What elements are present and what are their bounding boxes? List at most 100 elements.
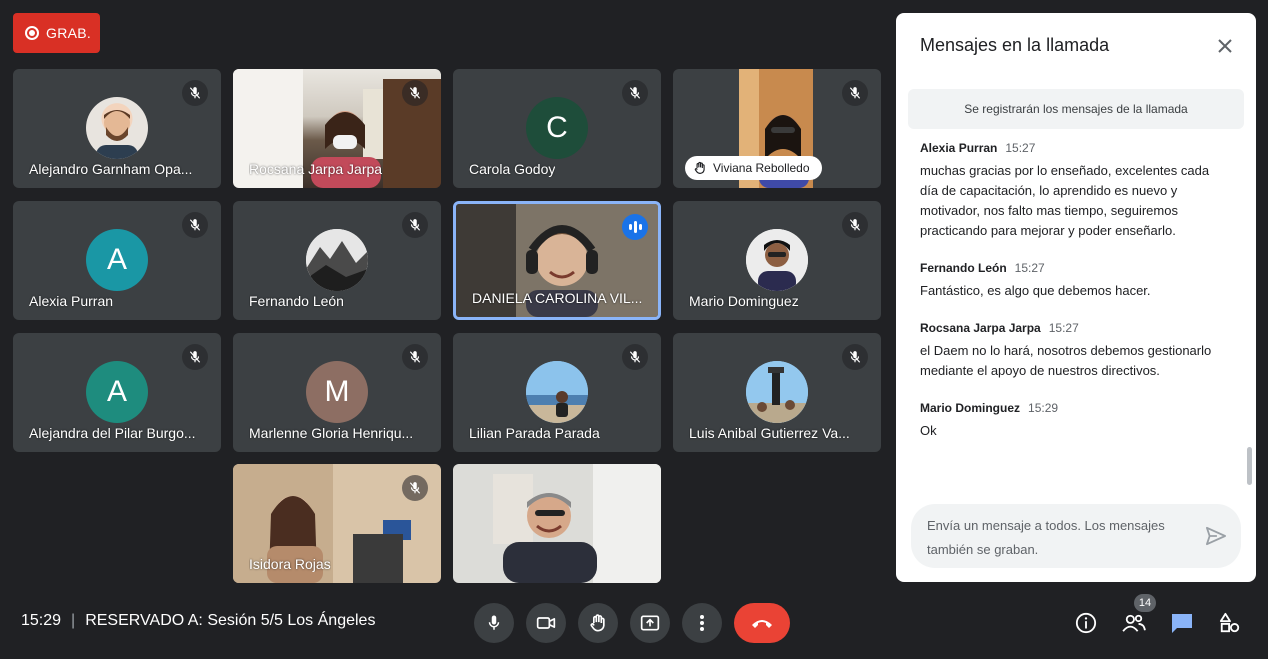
meeting-info: 15:29 | RESERVADO A: Sesión 5/5 Los Ánge… bbox=[21, 612, 375, 630]
message-time: 15:29 bbox=[1028, 401, 1059, 415]
present-screen-button[interactable] bbox=[630, 603, 670, 643]
participant-name: Isidora Rojas bbox=[249, 556, 331, 572]
avatar bbox=[526, 361, 588, 423]
recording-badge[interactable]: GRAB. bbox=[13, 13, 100, 53]
camera-icon bbox=[536, 617, 556, 629]
participant-name: Viviana Rebolledo bbox=[713, 161, 810, 175]
present-screen-icon bbox=[640, 615, 660, 631]
participant-name: Alejandra del Pilar Burgo... bbox=[29, 425, 196, 441]
leave-call-button[interactable] bbox=[734, 603, 790, 643]
participant-tile[interactable]: Lilian Parada Parada bbox=[453, 333, 661, 452]
participant-tile-active-speaker[interactable]: DANIELA CAROLINA VIL... bbox=[453, 201, 661, 320]
chat-message-input[interactable]: Envía un mensaje a todos. Los mensajes t… bbox=[911, 504, 1241, 568]
participant-tile[interactable]: Viviana Rebolledo bbox=[673, 69, 881, 188]
chat-button[interactable] bbox=[1169, 610, 1195, 636]
participant-name: Mario Dominguez bbox=[689, 293, 799, 309]
camera-button[interactable] bbox=[526, 603, 566, 643]
microphone-button[interactable] bbox=[474, 603, 514, 643]
chat-message: Alexia Purran 15:27 muchas gracias por lo… bbox=[920, 141, 1220, 241]
participant-tile[interactable]: Rocsana Jarpa Jarpa bbox=[233, 69, 441, 188]
chat-message-list[interactable]: Alexia Purran 15:27 muchas gracias por lo… bbox=[920, 141, 1220, 461]
hand-icon bbox=[590, 614, 605, 632]
participant-name: Marlenne Gloria Henriqu... bbox=[249, 425, 414, 441]
avatar bbox=[86, 97, 148, 159]
participant-tile[interactable]: Luis Anibal Gutierrez Va... bbox=[673, 333, 881, 452]
info-icon bbox=[1075, 612, 1097, 634]
speaking-indicator-icon bbox=[622, 214, 648, 240]
participant-name: Luis Anibal Gutierrez Va... bbox=[689, 425, 850, 441]
name-pill: Viviana Rebolledo bbox=[685, 156, 822, 180]
participant-tile[interactable]: Alejandro Garnham Opa... bbox=[13, 69, 221, 188]
participant-tile[interactable] bbox=[453, 464, 661, 583]
meeting-clock: 15:29 bbox=[21, 612, 62, 629]
participant-tile[interactable]: Fernando León bbox=[233, 201, 441, 320]
meeting-details-button[interactable] bbox=[1073, 610, 1099, 636]
mic-off-icon bbox=[182, 344, 208, 370]
send-message-button[interactable] bbox=[1205, 526, 1227, 551]
message-sender: Rocsana Jarpa Jarpa bbox=[920, 321, 1041, 335]
mic-off-icon bbox=[182, 212, 208, 238]
avatar bbox=[746, 361, 808, 423]
mic-off-icon bbox=[622, 344, 648, 370]
chat-icon bbox=[1172, 614, 1192, 633]
mic-off-icon bbox=[842, 212, 868, 238]
participant-name: Carola Godoy bbox=[469, 161, 556, 177]
chat-scrollbar[interactable] bbox=[1247, 447, 1252, 485]
message-sender: Mario Dominguez bbox=[920, 401, 1021, 415]
close-chat-button[interactable] bbox=[1212, 33, 1238, 59]
participant-tile[interactable]: A Alejandra del Pilar Burgo... bbox=[13, 333, 221, 452]
chat-notice: Se registrarán los mensajes de la llamad… bbox=[908, 89, 1244, 129]
participant-name: Alexia Purran bbox=[29, 293, 114, 309]
message-time: 15:27 bbox=[1005, 141, 1036, 155]
participant-tile[interactable]: A Alexia Purran bbox=[13, 201, 221, 320]
message-text: el Daem no lo hará, nosotros debemos ges… bbox=[920, 343, 1212, 378]
message-text: Ok bbox=[920, 423, 937, 438]
participant-tile[interactable]: M Marlenne Gloria Henriqu... bbox=[233, 333, 441, 452]
mic-off-icon bbox=[402, 475, 428, 501]
raise-hand-button[interactable] bbox=[578, 603, 618, 643]
more-vert-icon bbox=[700, 615, 704, 631]
chat-message: Mario Dominguez 15:29 Ok bbox=[920, 401, 1220, 441]
chat-panel: Mensajes en la llamada Se registrarán lo… bbox=[896, 13, 1256, 582]
chat-panel-title: Mensajes en la llamada bbox=[920, 35, 1110, 55]
mic-off-icon bbox=[402, 80, 428, 106]
participant-name: Fernando León bbox=[249, 293, 344, 309]
avatar bbox=[306, 229, 368, 291]
mic-off-icon bbox=[402, 344, 428, 370]
activities-button[interactable] bbox=[1217, 610, 1243, 636]
meeting-separator: | bbox=[71, 612, 76, 629]
recording-label: GRAB. bbox=[46, 25, 92, 41]
activities-icon bbox=[1219, 612, 1240, 633]
avatar bbox=[746, 229, 808, 291]
participants-button[interactable] bbox=[1121, 610, 1147, 636]
close-icon bbox=[1218, 39, 1232, 53]
meet-window: GRAB. Alejandro Garnham Opa... Rocsana J… bbox=[0, 0, 1268, 659]
chat-input-placeholder: Envía un mensaje a todos. Los mensajes t… bbox=[927, 518, 1165, 557]
participant-name: Rocsana Jarpa Jarpa bbox=[249, 161, 383, 177]
participant-tile[interactable]: Isidora Rojas bbox=[233, 464, 441, 583]
participants-count-badge: 14 bbox=[1134, 594, 1156, 612]
mic-off-icon bbox=[842, 344, 868, 370]
people-icon bbox=[1122, 614, 1146, 632]
mic-off-icon bbox=[182, 80, 208, 106]
mic-off-icon bbox=[402, 212, 428, 238]
mic-off-icon bbox=[842, 80, 868, 106]
avatar: M bbox=[306, 361, 368, 423]
participant-name: DANIELA CAROLINA VIL... bbox=[472, 290, 643, 306]
participant-name: Alejandro Garnham Opa... bbox=[29, 161, 193, 177]
message-sender: Alexia Purran bbox=[920, 141, 998, 155]
message-time: 15:27 bbox=[1014, 261, 1045, 275]
message-text: Fantástico, es algo que debemos hacer. bbox=[920, 283, 1151, 298]
chat-message: Rocsana Jarpa Jarpa 15:27 el Daem no lo h… bbox=[920, 321, 1220, 381]
mic-off-icon bbox=[622, 80, 648, 106]
avatar: C bbox=[526, 97, 588, 159]
participant-name: Lilian Parada Parada bbox=[469, 425, 600, 441]
message-sender: Fernando León bbox=[920, 261, 1007, 275]
participant-tile[interactable]: Mario Dominguez bbox=[673, 201, 881, 320]
more-options-button[interactable] bbox=[682, 603, 722, 643]
participant-tile[interactable]: C Carola Godoy bbox=[453, 69, 661, 188]
chat-message: Fernando León 15:27 Fantástico, es algo q… bbox=[920, 261, 1220, 301]
message-time: 15:27 bbox=[1048, 321, 1079, 335]
avatar: A bbox=[86, 361, 148, 423]
hand-raised-icon bbox=[694, 161, 705, 174]
